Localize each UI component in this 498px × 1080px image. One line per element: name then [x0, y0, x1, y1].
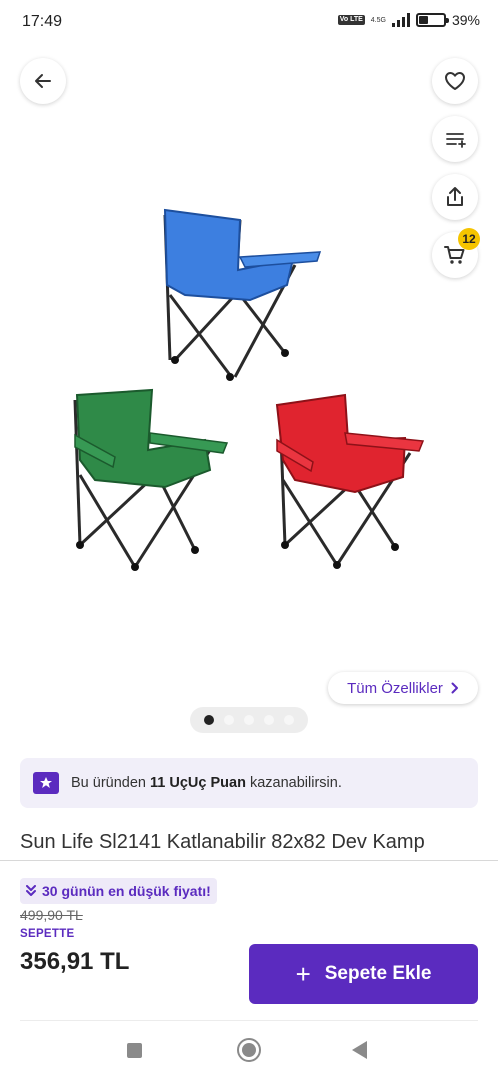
points-amount: 11 UçUç Puan [150, 775, 246, 791]
lowest-price-badge: 30 günün en düşük fiyatı! [20, 878, 217, 904]
pagination-dot[interactable] [284, 715, 294, 725]
add-to-cart-label: Sepete Ekle [324, 963, 432, 984]
double-chevron-down-icon [26, 885, 36, 896]
back-button[interactable] [20, 58, 66, 104]
network-type: 4.5G [370, 16, 386, 24]
pagination-dot[interactable] [204, 715, 214, 725]
product-title: Sun Life Sl2141 Katlanabilir 82x82 Dev K… [20, 831, 425, 853]
volte-icon: Vo LTE [337, 15, 365, 25]
favorite-button[interactable] [432, 58, 478, 104]
back-icon[interactable] [352, 1041, 367, 1059]
arrow-left-icon [35, 74, 51, 88]
battery-percent: 39% [451, 12, 480, 28]
divider [0, 860, 498, 861]
blue-chair-image [163, 208, 322, 381]
status-indicators: Vo LTE 4.5G 39% [337, 12, 480, 28]
image-pagination[interactable] [190, 707, 308, 733]
add-to-list-button[interactable] [432, 116, 478, 162]
pagination-dot[interactable] [224, 715, 234, 725]
all-features-label: Tüm Özellikler [347, 679, 443, 697]
points-text: Bu üründen 11 UçUç Puan kazanabilirsin. [71, 775, 342, 791]
add-to-cart-button[interactable]: + Sepete Ekle [249, 944, 478, 1004]
cart-count-badge: 12 [458, 228, 480, 250]
system-nav-bar [0, 1024, 498, 1080]
list-plus-icon [446, 133, 466, 148]
divider [20, 1020, 478, 1021]
red-chair-image [275, 393, 425, 569]
status-bar: 17:49 Vo LTE 4.5G 39% [0, 0, 498, 46]
signal-icon [391, 13, 410, 27]
points-banner: Bu üründen 11 UçUç Puan kazanabilirsin. [20, 758, 478, 808]
current-price: 356,91 TL [20, 948, 130, 975]
old-price: 499,90 TL [20, 907, 83, 923]
all-features-button[interactable]: Tüm Özellikler [328, 672, 478, 704]
points-prefix: Bu üründen [71, 775, 146, 791]
home-icon[interactable] [237, 1038, 261, 1062]
heart-icon [445, 72, 465, 90]
pagination-dot[interactable] [264, 715, 274, 725]
battery-level [418, 16, 429, 24]
green-chair-image [73, 388, 229, 571]
plus-icon: + [295, 959, 311, 989]
product-image[interactable] [55, 195, 445, 590]
chevron-right-icon [451, 682, 458, 694]
lowest-price-text: 30 günün en düşük fiyatı! [42, 883, 211, 899]
battery-icon [415, 13, 449, 27]
points-suffix: kazanabilirsin. [249, 775, 342, 791]
recent-apps-icon[interactable] [127, 1043, 142, 1058]
status-time: 17:49 [22, 13, 63, 30]
pagination-dot[interactable] [244, 715, 254, 725]
basket-label: SEPETTE [20, 928, 75, 940]
star-icon [33, 772, 59, 794]
share-icon [447, 187, 463, 206]
